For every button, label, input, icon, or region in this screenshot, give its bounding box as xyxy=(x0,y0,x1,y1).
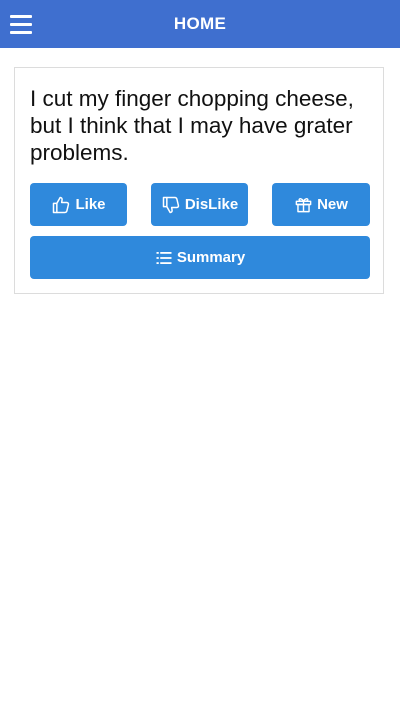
thumbs-up-icon xyxy=(53,196,70,213)
new-label: New xyxy=(317,196,348,213)
new-button[interactable]: New xyxy=(272,183,370,226)
dislike-button[interactable]: DisLike xyxy=(151,183,248,226)
thumbs-down-icon xyxy=(162,196,180,213)
joke-card: I cut my finger chopping cheese, but I t… xyxy=(14,67,384,294)
like-button[interactable]: Like xyxy=(30,183,127,226)
summary-button[interactable]: Summary xyxy=(30,236,370,279)
dislike-label: DisLike xyxy=(184,196,239,213)
app-bar: HOME xyxy=(0,0,400,48)
summary-label: Summary xyxy=(176,249,246,266)
page-title: HOME xyxy=(173,14,227,33)
list-icon xyxy=(156,251,172,264)
joke-text: I cut my finger chopping cheese, but I t… xyxy=(30,86,354,165)
gift-icon xyxy=(295,198,312,213)
like-label: Like xyxy=(75,196,106,213)
